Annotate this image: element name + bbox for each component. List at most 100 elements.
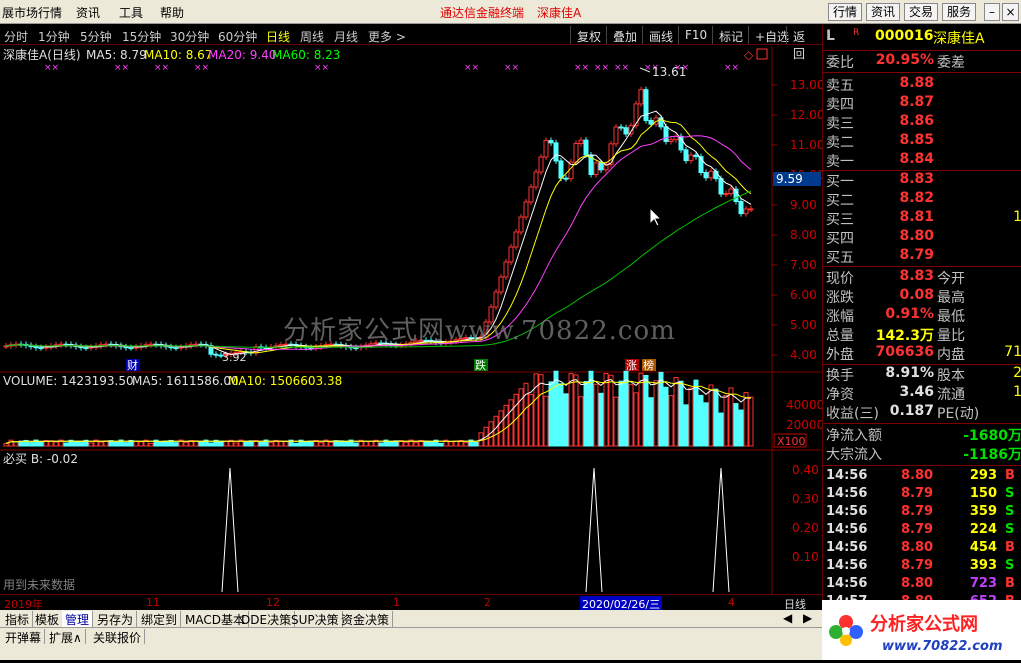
volume-bar [698, 394, 704, 447]
stat-label: 内盘 [937, 347, 965, 363]
draw-button[interactable]: 画线 [642, 26, 679, 44]
bid-row[interactable]: 买二 8.82 [823, 190, 1021, 209]
period-tab-timeshare[interactable]: 分时 [4, 28, 28, 45]
signal-mark: ×× [194, 63, 209, 73]
candle-body [583, 139, 589, 156]
bid-row[interactable]: 买一 8.83 [823, 171, 1021, 190]
quote-panel: L R 000016 深康佳A 委比 20.95% 委差 卖五 8.88 卖四 … [822, 25, 1021, 660]
stat-label: 涨幅 [826, 309, 854, 325]
tab-fund[interactable]: 资金决策 [338, 611, 394, 628]
event-badge-text: 财 [127, 358, 138, 372]
ask-row[interactable]: 卖二 8.85 [823, 132, 1021, 151]
ask-label: 卖二 [826, 135, 854, 151]
volume-bar [518, 388, 524, 447]
candle-body [513, 231, 519, 248]
period-tab-daily[interactable]: 日线 [266, 28, 290, 45]
volume-bar [98, 441, 104, 447]
volume-bar [723, 394, 729, 447]
volume-bar [498, 410, 504, 447]
period-tab-monthly[interactable]: 月线 [334, 28, 358, 45]
panel-toggle-icon[interactable] [756, 48, 768, 60]
period-tab-15min[interactable]: 15分钟 [122, 28, 161, 45]
candle-body [748, 208, 754, 211]
scroll-left-icon[interactable]: ◀ [780, 611, 795, 625]
signal-mark: ×× [44, 63, 59, 73]
signal-mark: ×× [314, 63, 329, 73]
extra-toolbar: 开弹幕 扩展∧ 关联报价 [0, 627, 822, 646]
tab-sup[interactable]: SUP决策 [288, 611, 343, 628]
quote-button[interactable]: 行情 [828, 3, 863, 21]
overlay-button[interactable]: 叠加 [606, 26, 643, 44]
bid-row[interactable]: 买四 8.80 [823, 228, 1021, 247]
f10-button[interactable]: F10 [678, 26, 713, 44]
signal-mark: ×× [154, 63, 169, 73]
period-tab-30min[interactable]: 30分钟 [170, 28, 209, 45]
price-tick: 5.00 [790, 318, 817, 332]
period-tab-60min[interactable]: 60分钟 [218, 28, 257, 45]
mark-button[interactable]: 标记 [712, 26, 749, 44]
volume-bar [88, 442, 94, 447]
volume-bar [678, 380, 684, 447]
volume-bar [493, 415, 499, 447]
time-axis-label: 4 [728, 596, 735, 609]
scroll-right-icon[interactable]: ▶ [800, 611, 815, 625]
stat-row: 现价 8.83 今开 [823, 268, 1021, 287]
service-button[interactable]: 服务 [942, 3, 977, 21]
tick-row: 14:56 8.80 293 B [823, 468, 1021, 486]
tick-volume: 224 [969, 522, 997, 537]
menu-market[interactable]: 展市场行情 [2, 4, 62, 21]
candle-body [528, 186, 534, 203]
menu-help[interactable]: 帮助 [160, 4, 184, 21]
period-tab-5min[interactable]: 5分钟 [80, 28, 112, 45]
trade-button[interactable]: 交易 [904, 3, 939, 21]
tab-manage[interactable]: 管理 [62, 611, 94, 628]
diamond-icon[interactable]: ◇ [744, 48, 754, 62]
volume-bar [293, 442, 299, 447]
period-tab-more[interactable]: 更多 > [368, 28, 406, 45]
volume-tick: 40000 [786, 398, 822, 412]
tab-bind-to[interactable]: 绑定到 [138, 611, 182, 628]
menu-news[interactable]: 资讯 [76, 4, 100, 21]
candle-body [713, 170, 719, 180]
tick-side: B [1005, 540, 1015, 555]
future-data-note: 用到未来数据 [3, 577, 75, 592]
ask-row[interactable]: 卖五 8.88 [823, 75, 1021, 94]
price-tick: 7.00 [790, 258, 817, 272]
menu-tools[interactable]: 工具 [119, 4, 143, 21]
weibi-row: 委比 20.95% 委差 [826, 52, 965, 71]
tab-template[interactable]: 模板 [32, 611, 64, 628]
volume-bar [258, 441, 264, 447]
tab-save-as[interactable]: 另存为 [94, 611, 138, 628]
candle-body [523, 201, 529, 218]
volume-title: VOLUME: 1423193.50 [3, 374, 134, 388]
ask-row[interactable]: 卖一 8.84 [823, 151, 1021, 170]
period-tab-1min[interactable]: 1分钟 [38, 28, 70, 45]
tab-dde[interactable]: DDE决策 [238, 611, 296, 628]
period-tab-weekly[interactable]: 周线 [300, 28, 324, 45]
volume-bar [113, 441, 119, 447]
tab-indicator[interactable]: 指标 [2, 611, 34, 628]
flow-label: 大宗流入 [826, 447, 882, 463]
current-price-tag-text: 9.59 [776, 172, 803, 186]
adjust-button[interactable]: 复权 [570, 26, 607, 44]
menu-bar: 展市场行情 资讯 工具 帮助 通达信金融终端 深康佳A 行情 资讯 交易 服务 … [0, 0, 1021, 24]
app-title: 通达信金融终端 [440, 6, 525, 20]
bid-row[interactable]: 买五 8.79 [823, 247, 1021, 266]
tick-side: S [1005, 558, 1015, 573]
signal-mark: ×× [464, 63, 479, 73]
minimize-icon[interactable]: – [984, 3, 1000, 21]
candle-body [663, 126, 669, 143]
tick-row: 14:56 8.79 224 S [823, 522, 1021, 540]
ask-row[interactable]: 卖三 8.86 [823, 113, 1021, 132]
candle-body [563, 177, 569, 180]
volume-bar [643, 374, 649, 447]
back-button[interactable]: 返回 [786, 26, 822, 61]
bid-row[interactable]: 买三 8.81 1 [823, 209, 1021, 228]
volume-bar [658, 371, 664, 447]
news-button[interactable]: 资讯 [866, 3, 901, 21]
candle-body [38, 347, 44, 350]
close-icon[interactable]: × [1002, 3, 1019, 21]
tick-time: 14:56 [826, 540, 868, 555]
event-badge-text: 涨 [626, 359, 637, 372]
ask-row[interactable]: 卖四 8.87 [823, 94, 1021, 113]
